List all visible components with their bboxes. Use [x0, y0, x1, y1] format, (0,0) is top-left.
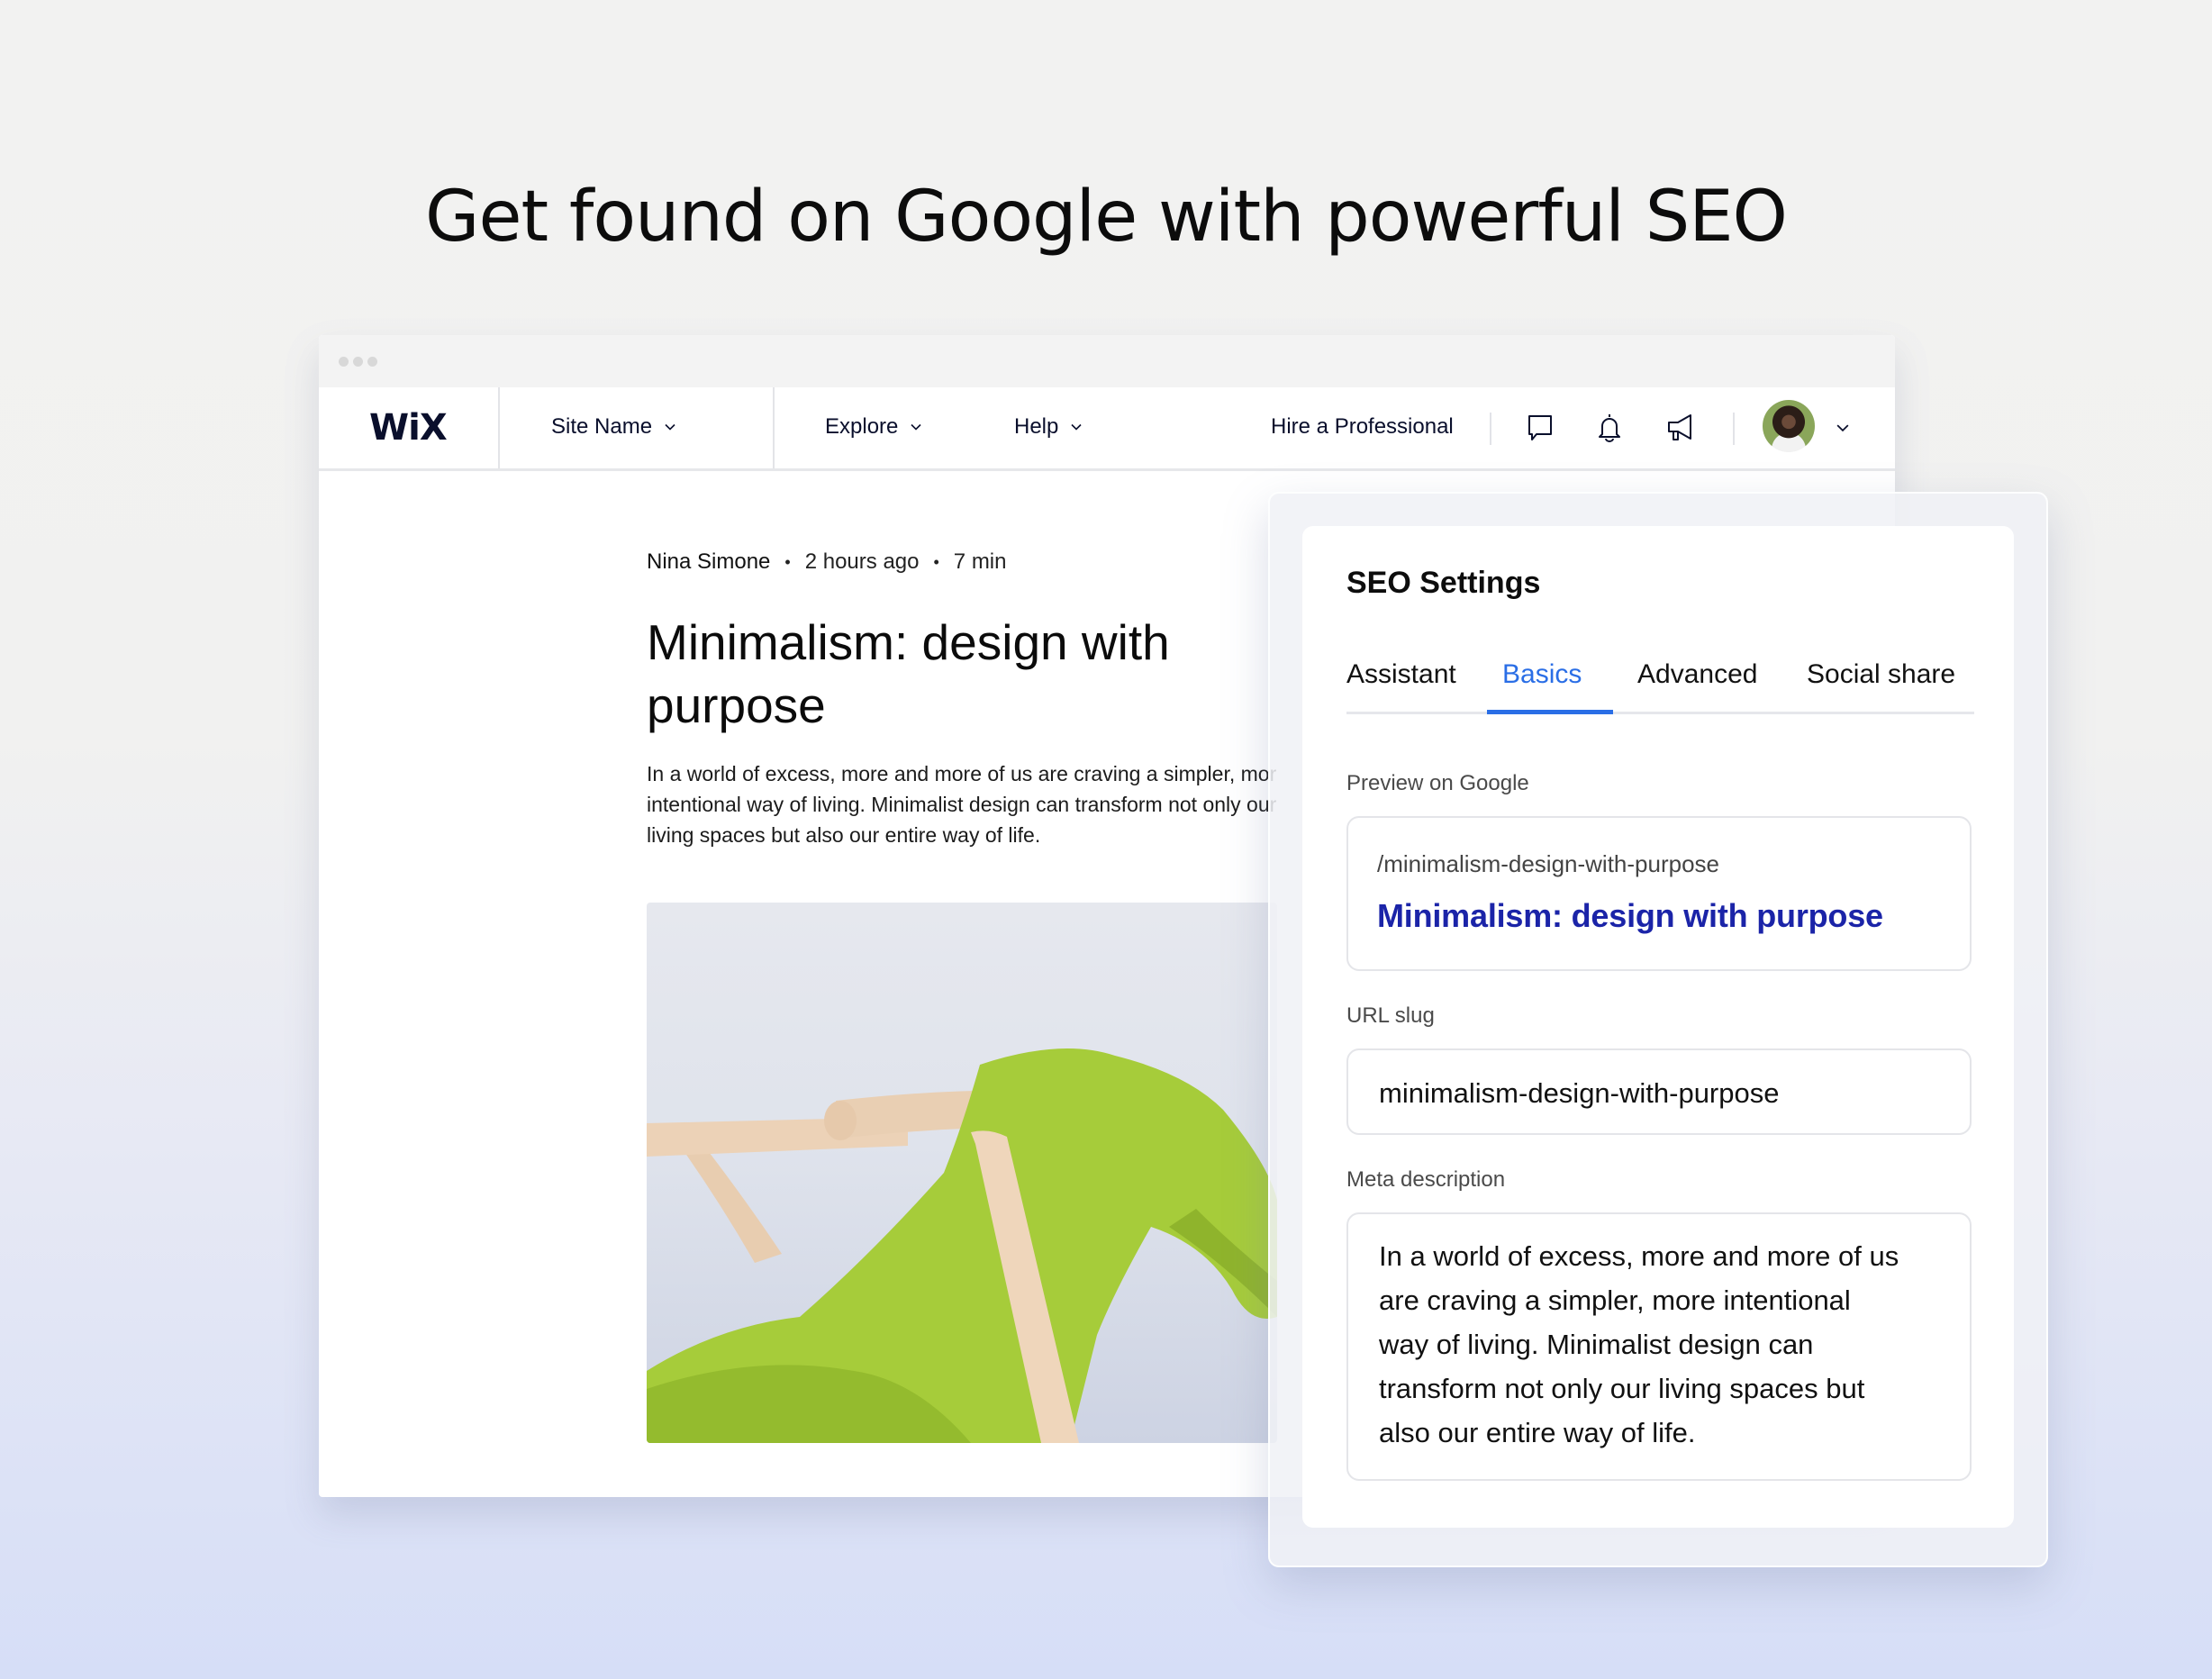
- article-meta: Nina Simone • 2 hours ago • 7 min: [647, 549, 1006, 575]
- chevron-down-icon: [665, 423, 675, 431]
- nav-divider: [498, 387, 500, 468]
- chevron-down-icon: [911, 423, 921, 431]
- browser-titlebar: [319, 335, 1895, 387]
- preview-label: Preview on Google: [1346, 771, 1529, 795]
- tab-basics[interactable]: Basics: [1502, 659, 1582, 690]
- window-dot: [367, 357, 377, 367]
- meta-description-value: In a world of excess, more and more of u…: [1379, 1234, 1937, 1455]
- site-name-label: Site Name: [551, 414, 653, 439]
- bell-icon[interactable]: [1593, 411, 1626, 445]
- article-body-line: living spaces but also our entire way of…: [647, 823, 1041, 847]
- user-avatar[interactable]: [1763, 400, 1815, 452]
- article-read-time: 7 min: [953, 549, 1007, 574]
- url-slug-value: minimalism-design-with-purpose: [1379, 1077, 1780, 1109]
- meta-separator: •: [784, 552, 791, 571]
- chevron-down-icon[interactable]: [1836, 422, 1849, 434]
- chat-icon[interactable]: [1524, 411, 1556, 445]
- active-tab-indicator: [1487, 710, 1613, 714]
- chair-blanket-illustration: [647, 1048, 1277, 1443]
- chevron-down-icon: [1071, 423, 1082, 431]
- help-label: Help: [1014, 414, 1059, 439]
- meta-description-label: Meta description: [1346, 1167, 1506, 1192]
- meta-separator: •: [933, 552, 939, 571]
- article-body-line: intentional way of living. Minimalist de…: [647, 793, 1277, 816]
- seo-tabs: Assistant Basics Advanced Social share: [1346, 659, 1974, 714]
- article-author[interactable]: Nina Simone: [647, 549, 770, 575]
- wix-logo[interactable]: WiX: [369, 407, 448, 449]
- explore-dropdown[interactable]: Explore: [825, 414, 921, 440]
- tab-assistant[interactable]: Assistant: [1346, 659, 1456, 690]
- url-slug-label: URL slug: [1346, 1003, 1435, 1028]
- preview-url: /minimalism-design-with-purpose: [1377, 850, 1720, 877]
- seo-settings-panel: SEO Settings Assistant Basics Advanced S…: [1268, 492, 2048, 1567]
- explore-label: Explore: [825, 414, 899, 439]
- preview-title-link[interactable]: Minimalism: design with purpose: [1377, 897, 1883, 935]
- meta-line: way of living. Minimalist design can: [1379, 1329, 1814, 1360]
- article-hero-image: [647, 903, 1277, 1443]
- article-body-line: In a world of excess, more and more of u…: [647, 762, 1277, 785]
- hire-professional-link[interactable]: Hire a Professional: [1271, 414, 1454, 440]
- window-dot: [353, 357, 363, 367]
- site-name-dropdown[interactable]: Site Name: [551, 414, 675, 440]
- top-nav: WiX Site Name Explore Help Hire a Profes…: [319, 387, 1895, 471]
- meta-line: are craving a simpler, more intentional: [1379, 1284, 1851, 1316]
- help-dropdown[interactable]: Help: [1014, 414, 1082, 440]
- article-title: Minimalism: design with purpose: [647, 614, 1170, 733]
- url-slug-input[interactable]: minimalism-design-with-purpose: [1346, 1048, 1972, 1135]
- nav-separator: [1733, 413, 1735, 445]
- meta-line: also our entire way of life.: [1379, 1417, 1696, 1448]
- nav-separator: [1490, 413, 1491, 445]
- meta-description-textarea[interactable]: In a world of excess, more and more of u…: [1346, 1212, 1972, 1481]
- meta-line: In a world of excess, more and more of u…: [1379, 1240, 1899, 1272]
- page-headline: Get found on Google with powerful SEO: [425, 177, 1788, 258]
- article-time: 2 hours ago: [804, 549, 920, 574]
- tab-social-share[interactable]: Social share: [1807, 659, 1955, 690]
- nav-divider: [773, 387, 775, 468]
- seo-settings-card: SEO Settings Assistant Basics Advanced S…: [1302, 526, 2014, 1528]
- hire-professional-label: Hire a Professional: [1271, 414, 1454, 439]
- google-preview-box: /minimalism-design-with-purpose Minimali…: [1346, 816, 1972, 971]
- meta-line: transform not only our living spaces but: [1379, 1373, 1865, 1404]
- article-body: In a world of excess, more and more of u…: [647, 758, 1277, 850]
- tab-advanced[interactable]: Advanced: [1637, 659, 1757, 690]
- seo-settings-title: SEO Settings: [1346, 566, 1541, 600]
- megaphone-icon[interactable]: [1664, 411, 1697, 445]
- window-dot: [339, 357, 349, 367]
